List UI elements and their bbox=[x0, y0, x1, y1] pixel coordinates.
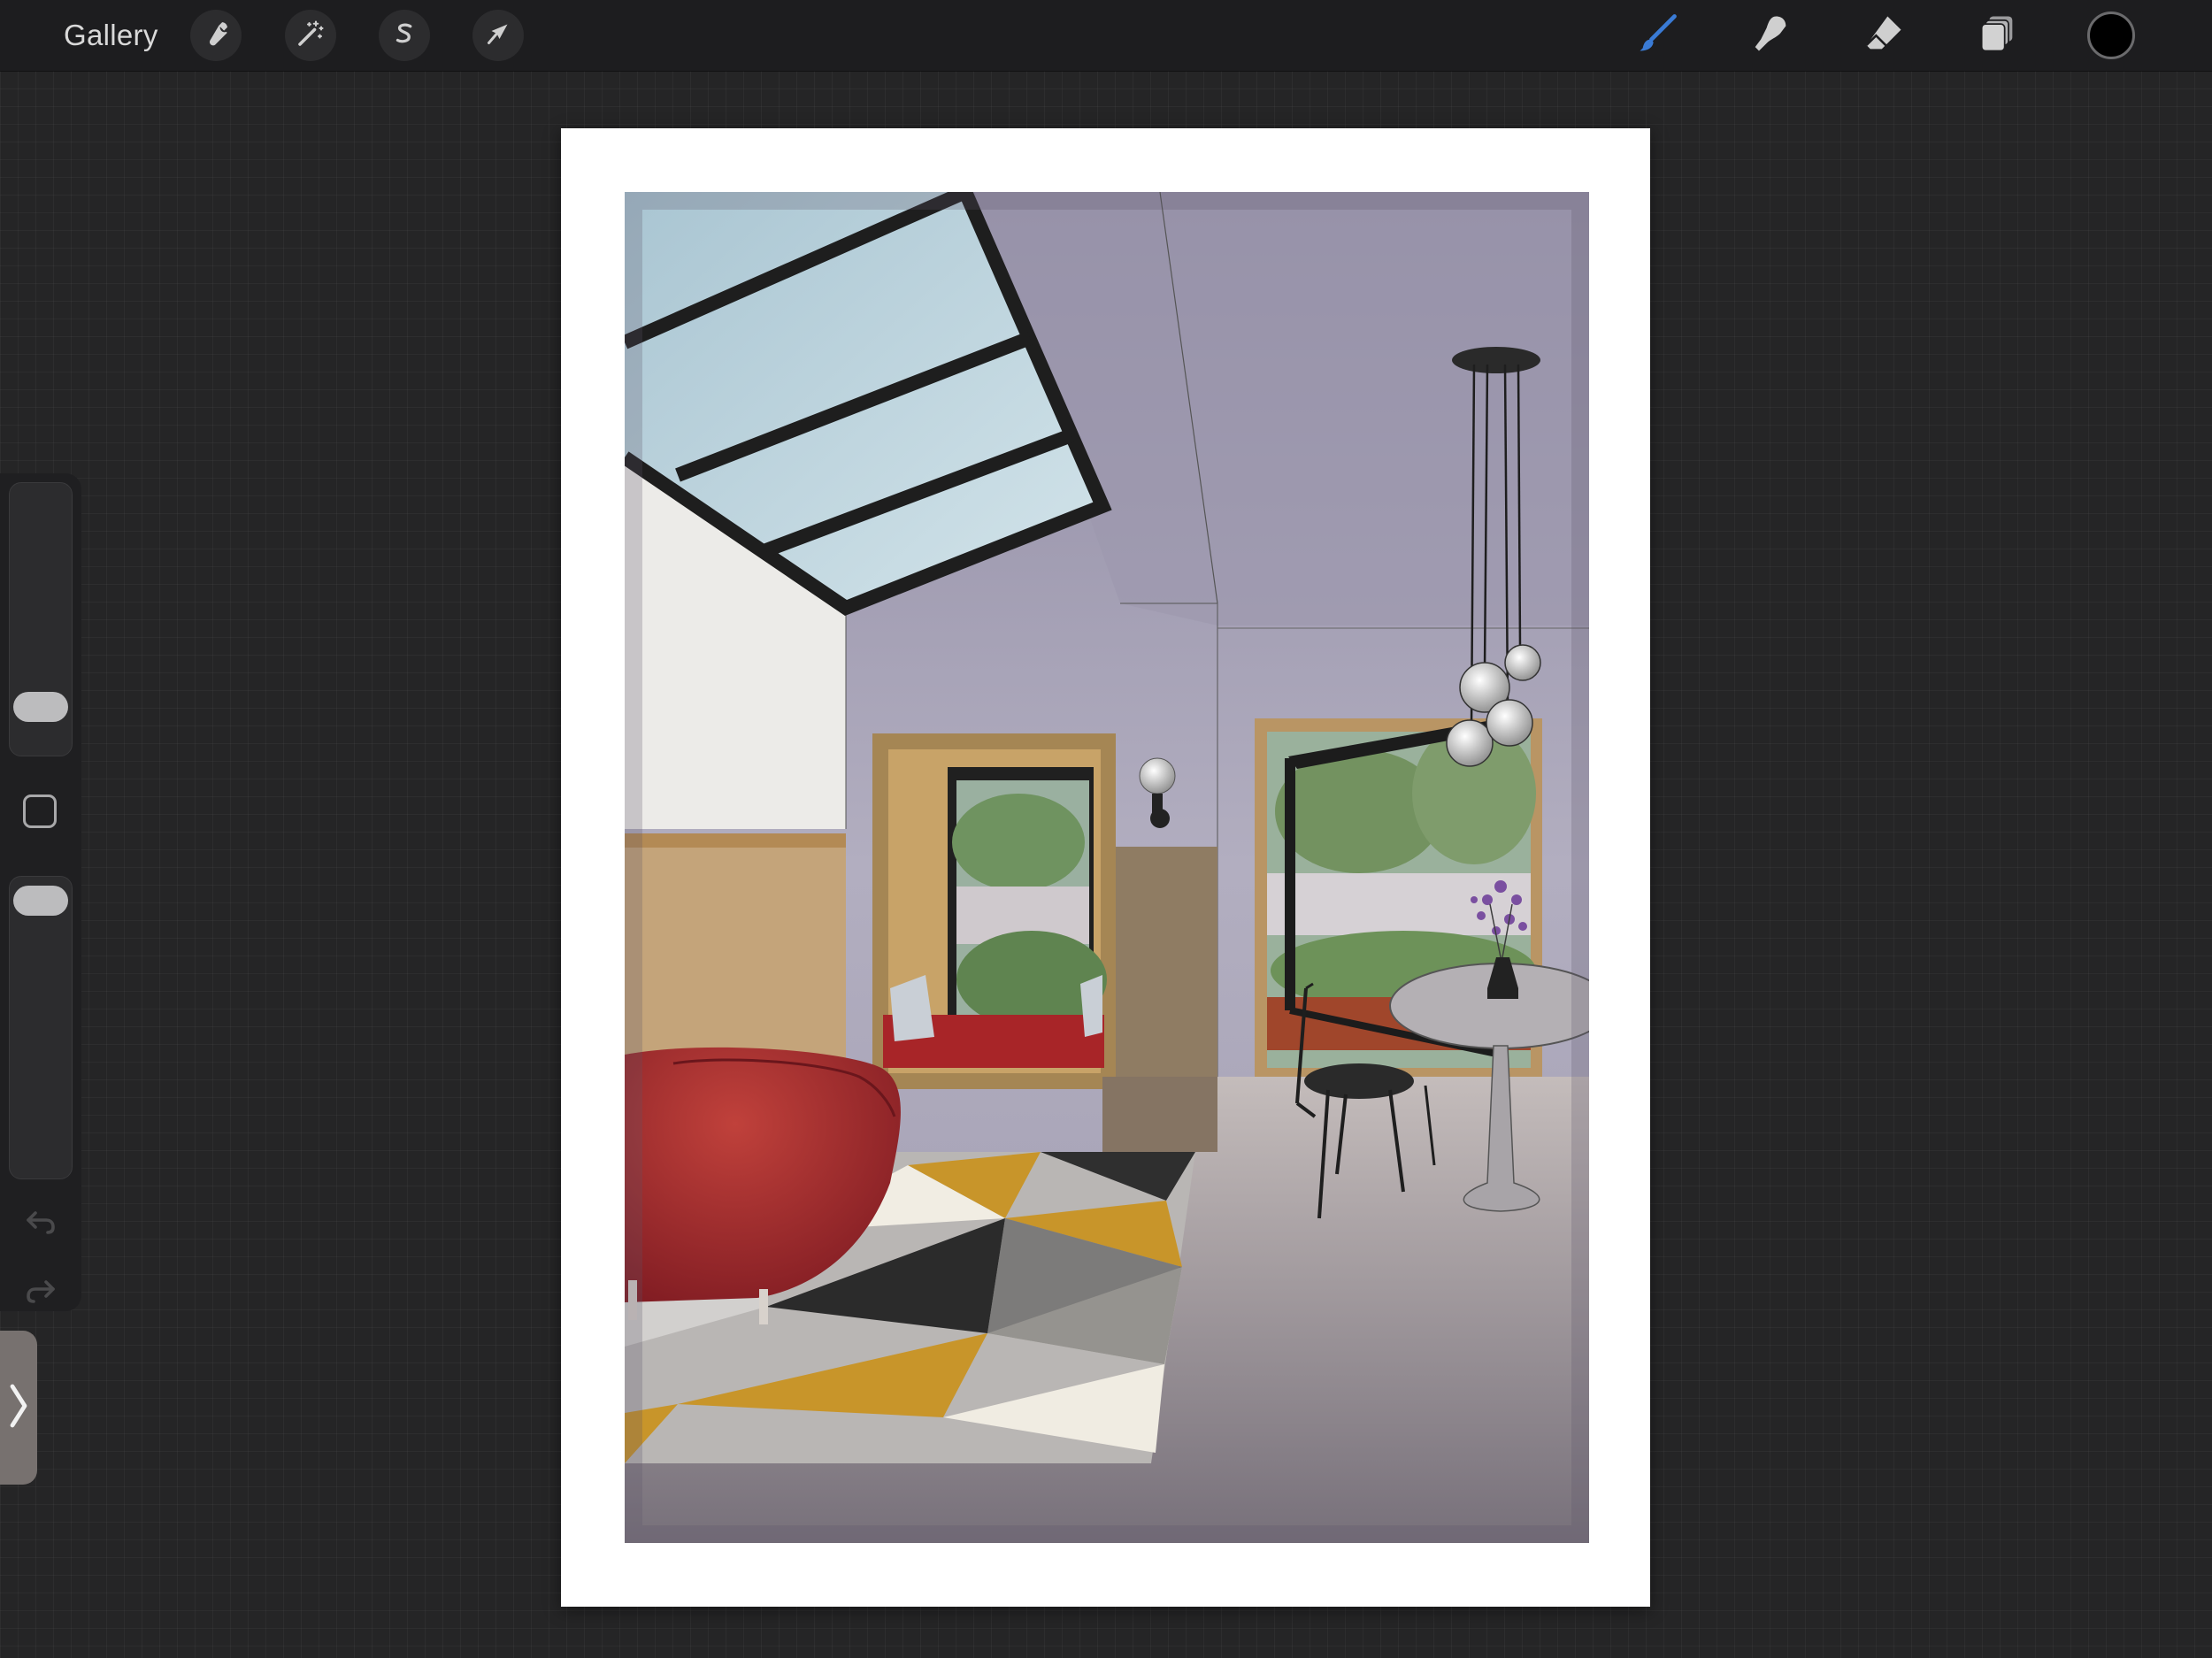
smudge-tool-button[interactable] bbox=[1746, 11, 1795, 60]
canvas-paper[interactable] bbox=[561, 128, 1650, 1607]
selection-button[interactable] bbox=[379, 10, 430, 61]
brush-size-thumb[interactable] bbox=[13, 692, 68, 722]
layers-button[interactable] bbox=[1972, 11, 2022, 60]
actions-button[interactable] bbox=[190, 10, 242, 61]
smudge-finger-icon bbox=[1747, 11, 1793, 61]
undo-button[interactable] bbox=[19, 1201, 62, 1243]
top-toolbar: Gallery bbox=[0, 0, 2212, 71]
wrench-icon bbox=[200, 18, 232, 54]
chevron-right-icon bbox=[5, 1379, 32, 1437]
eraser-tool-button[interactable] bbox=[1859, 11, 1909, 60]
square-modifier-icon[interactable] bbox=[23, 794, 57, 828]
gallery-button[interactable]: Gallery bbox=[64, 14, 158, 57]
eraser-icon bbox=[1861, 11, 1907, 61]
undo-icon bbox=[19, 1211, 62, 1247]
selection-s-icon bbox=[388, 18, 420, 54]
redo-button[interactable] bbox=[19, 1270, 62, 1312]
adjustments-button[interactable] bbox=[285, 10, 336, 61]
redo-icon bbox=[19, 1280, 62, 1316]
brush-icon bbox=[1634, 11, 1680, 61]
sidebar-expand-tab[interactable] bbox=[0, 1331, 37, 1485]
transform-button[interactable] bbox=[472, 10, 524, 61]
magic-wand-icon bbox=[295, 18, 326, 54]
artwork-illustration bbox=[625, 192, 1589, 1543]
brush-size-slider[interactable] bbox=[9, 482, 73, 756]
opacity-thumb[interactable] bbox=[13, 886, 68, 916]
arrow-cursor-icon bbox=[482, 18, 514, 54]
layers-icon bbox=[1974, 11, 2020, 61]
brush-tool-button[interactable] bbox=[1632, 11, 1682, 60]
opacity-slider[interactable] bbox=[9, 876, 73, 1179]
left-sidebar bbox=[0, 473, 81, 1311]
color-picker-button[interactable] bbox=[2087, 12, 2135, 59]
